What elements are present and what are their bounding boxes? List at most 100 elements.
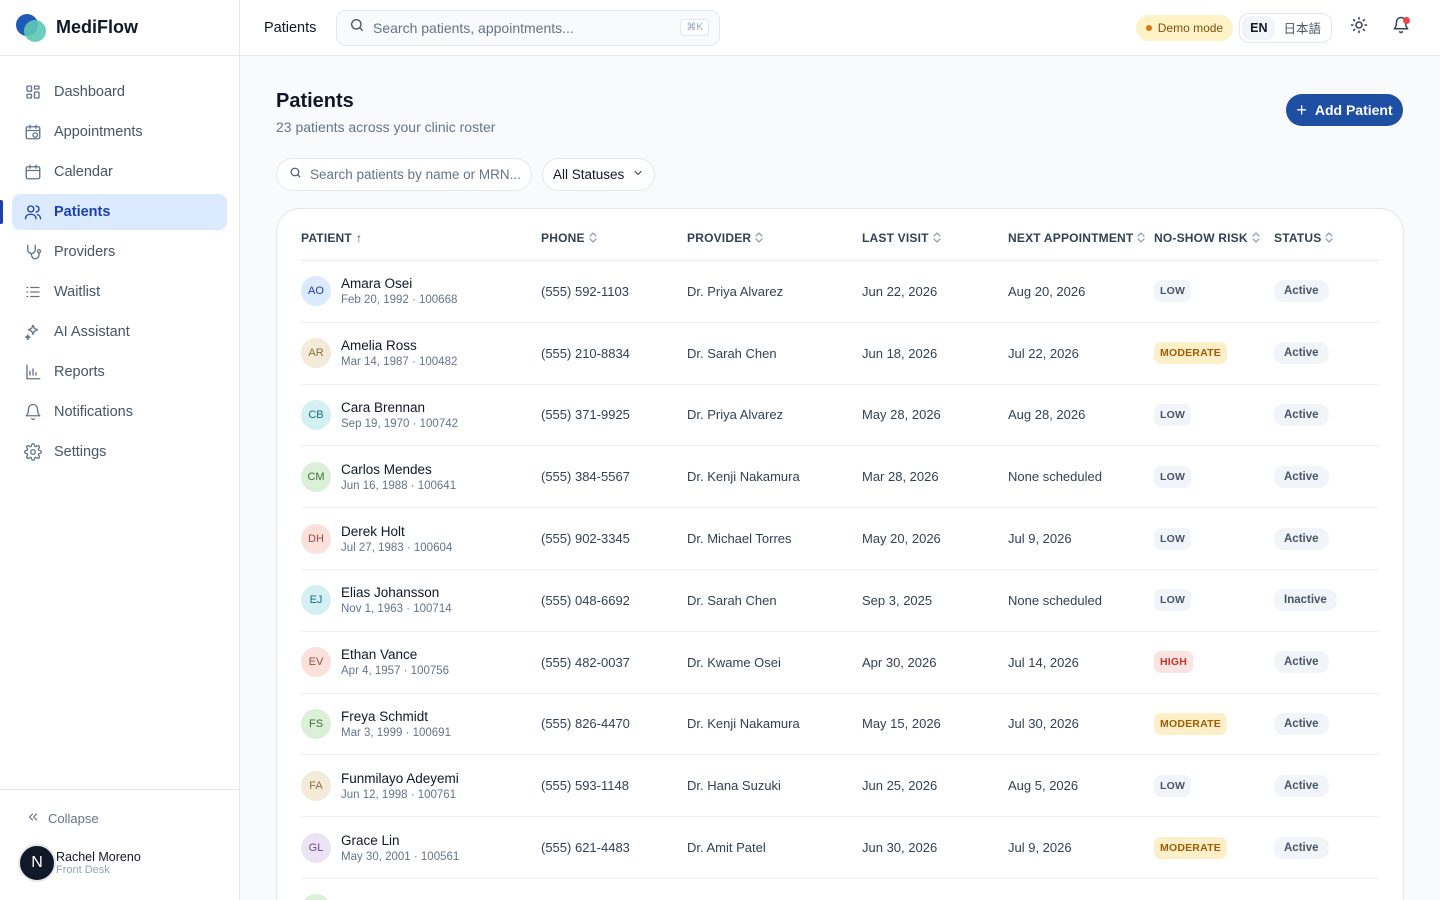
collapse-label: Collapse xyxy=(48,810,99,826)
last-visit: May 28, 2026 xyxy=(862,407,941,423)
page-title: Patients xyxy=(276,90,354,112)
patient-provider: Dr. Sarah Chen xyxy=(687,592,777,608)
patient-cell: CB Cara Brennan Sep 19, 1970 · 100742 xyxy=(301,385,458,446)
last-visit: Mar 28, 2026 xyxy=(862,469,939,485)
table-row[interactable]: EJ Elias Johansson Nov 1, 1963 · 100714 (55… xyxy=(301,570,1379,632)
patient-cell: EJ Elias Johansson Nov 1, 1963 · 100714 xyxy=(301,570,452,631)
table-row[interactable]: CM Carlos Mendes Jun 16, 1988 · 100641 (555… xyxy=(301,446,1379,509)
patient-provider: Dr. Kenji Nakamura xyxy=(687,469,800,485)
sidebar-item-providers[interactable]: Providers xyxy=(12,234,227,270)
sidebar-item-appointments[interactable]: Appointments xyxy=(12,114,227,150)
main-content: Patients 23 patients across your clinic … xyxy=(240,56,1440,900)
theme-toggle-button[interactable] xyxy=(1344,13,1374,43)
notification-dot xyxy=(1403,16,1410,24)
lang-en[interactable]: EN xyxy=(1242,15,1276,40)
column-header-phone[interactable]: PHONE xyxy=(541,231,597,245)
patient-phone: (555) 593-1148 xyxy=(541,778,629,794)
sort-icon xyxy=(933,231,941,245)
sidebar-item-waitlist[interactable]: Waitlist xyxy=(12,274,227,310)
mediflow-logo-icon xyxy=(16,13,48,42)
sort-icon xyxy=(755,231,763,245)
last-visit: Sep 3, 2025 xyxy=(862,592,933,608)
lang-ja[interactable]: 日本語 xyxy=(1275,13,1329,42)
column-header-last-visit[interactable]: LAST VISIT xyxy=(862,231,941,245)
table-row[interactable]: GL Grace Lin May 30, 2001 · 100561 (555) 62… xyxy=(301,817,1379,879)
sidebar-item-patients[interactable]: Patients xyxy=(0,194,227,230)
patient-cell: GL Grace Lin May 30, 2001 · 100561 xyxy=(301,817,459,878)
patient-name[interactable]: Ethan Vance xyxy=(341,647,449,662)
table-row[interactable]: FA Funmilayo Adeyemi Jun 12, 1998 · 100761… xyxy=(301,755,1379,818)
table-row[interactable]: HWHenry Walsh xyxy=(301,879,1379,900)
shortcut-hint: ⌘K xyxy=(680,19,709,36)
brand[interactable]: MediFlow xyxy=(0,0,239,56)
patient-provider: Dr. Kwame Osei xyxy=(687,654,781,670)
global-search-input[interactable]: Search patients, appointments... ⌘K xyxy=(336,9,720,46)
table-row[interactable]: CB Cara Brennan Sep 19, 1970 · 100742 (555)… xyxy=(301,385,1379,447)
column-header-provider[interactable]: PROVIDER xyxy=(687,231,763,245)
dashboard-icon xyxy=(24,83,42,101)
sidebar-nav: Dashboard Appointments Calendar Patients Pro… xyxy=(0,56,239,470)
no-show-risk-badge: MODERATE xyxy=(1154,836,1227,859)
patient-search-input[interactable]: Search patients by name or MRN... xyxy=(276,158,532,191)
next-appointment: None scheduled xyxy=(1008,592,1102,608)
table-row[interactable]: AR Amelia Ross Mar 14, 1987 · 100482 (555) … xyxy=(301,323,1379,385)
next-appointment: Aug 20, 2026 xyxy=(1008,283,1086,299)
sidebar-item-label: Dashboard xyxy=(54,84,125,100)
user-profile[interactable]: N Rachel Moreno Front Desk xyxy=(0,844,239,882)
column-header-status[interactable]: STATUS xyxy=(1274,231,1334,245)
sidebar-item-notifications[interactable]: Notifications xyxy=(12,394,227,430)
status-badge: Active xyxy=(1274,527,1329,550)
patient-name[interactable]: Freya Schmidt xyxy=(341,709,451,724)
sidebar-item-settings[interactable]: Settings xyxy=(12,434,227,470)
column-header-no-show-risk[interactable]: NO-SHOW RISK xyxy=(1154,231,1260,245)
sidebar-item-calendar[interactable]: Calendar xyxy=(12,154,227,190)
sidebar-item-reports[interactable]: Reports xyxy=(12,354,227,390)
patient-name[interactable]: Cara Brennan xyxy=(341,400,458,415)
patient-name[interactable]: Grace Lin xyxy=(341,833,459,848)
status-badge: Active xyxy=(1274,342,1329,365)
status-badge: Active xyxy=(1274,651,1329,674)
column-header-next-appointment[interactable]: NEXT APPOINTMENT xyxy=(1008,231,1146,245)
status-badge: Active xyxy=(1274,836,1329,859)
status-filter-select[interactable]: All Statuses xyxy=(542,158,655,191)
table-row[interactable]: AO Amara Osei Feb 20, 1992 · 100668 (555) 5… xyxy=(301,261,1379,323)
patient-avatar: AO xyxy=(301,276,331,307)
patient-name[interactable]: Derek Holt xyxy=(341,524,452,539)
patient-phone: (555) 384-5567 xyxy=(541,469,630,485)
patient-provider: Dr. Kenji Nakamura xyxy=(687,716,800,732)
patient-name[interactable]: Funmilayo Adeyemi xyxy=(341,771,459,786)
patient-name[interactable]: Amara Osei xyxy=(341,276,457,291)
sort-icon xyxy=(589,231,597,245)
next-appointment: Jul 22, 2026 xyxy=(1008,345,1079,361)
plus-icon: + xyxy=(1296,100,1307,120)
notifications-button[interactable] xyxy=(1386,13,1416,43)
table-row[interactable]: FS Freya Schmidt Mar 3, 1999 · 100691 (555)… xyxy=(301,694,1379,756)
patient-avatar: HW xyxy=(301,894,331,900)
add-patient-button[interactable]: + Add Patient xyxy=(1286,94,1403,126)
sun-icon xyxy=(1350,16,1368,39)
sparkles-icon xyxy=(24,323,42,341)
patient-dob-mrn: Nov 1, 1963 · 100714 xyxy=(341,603,452,616)
patient-phone: (555) 826-4470 xyxy=(541,716,630,732)
patient-name[interactable]: Amelia Ross xyxy=(341,338,457,353)
sidebar-item-label: Waitlist xyxy=(54,284,101,300)
patient-name[interactable]: Elias Johansson xyxy=(341,585,452,600)
last-visit: May 15, 2026 xyxy=(862,716,941,732)
patient-provider: Dr. Hana Suzuki xyxy=(687,778,781,794)
patient-name[interactable]: Carlos Mendes xyxy=(341,462,456,477)
sidebar-item-ai-assistant[interactable]: AI Assistant xyxy=(12,314,227,350)
patient-provider: Dr. Michael Torres xyxy=(687,531,792,547)
table-row[interactable]: EV Ethan Vance Apr 4, 1957 · 100756 (555) 4… xyxy=(301,632,1379,694)
collapse-button[interactable]: Collapse xyxy=(0,798,239,838)
table-row[interactable]: DH Derek Holt Jul 27, 1983 · 100604 (555) 9… xyxy=(301,508,1379,570)
appointments-icon xyxy=(24,123,42,141)
sidebar-item-dashboard[interactable]: Dashboard xyxy=(12,74,227,110)
patient-phone: (555) 482-0037 xyxy=(541,654,630,670)
no-show-risk-badge: MODERATE xyxy=(1154,712,1227,735)
column-header-patient[interactable]: PATIENT ↑ xyxy=(301,231,362,245)
search-icon xyxy=(289,166,302,184)
patient-provider: Dr. Priya Alvarez xyxy=(687,283,784,299)
status-badge: Active xyxy=(1274,774,1329,797)
last-visit: Jun 18, 2026 xyxy=(862,345,938,361)
list-icon xyxy=(24,283,42,301)
